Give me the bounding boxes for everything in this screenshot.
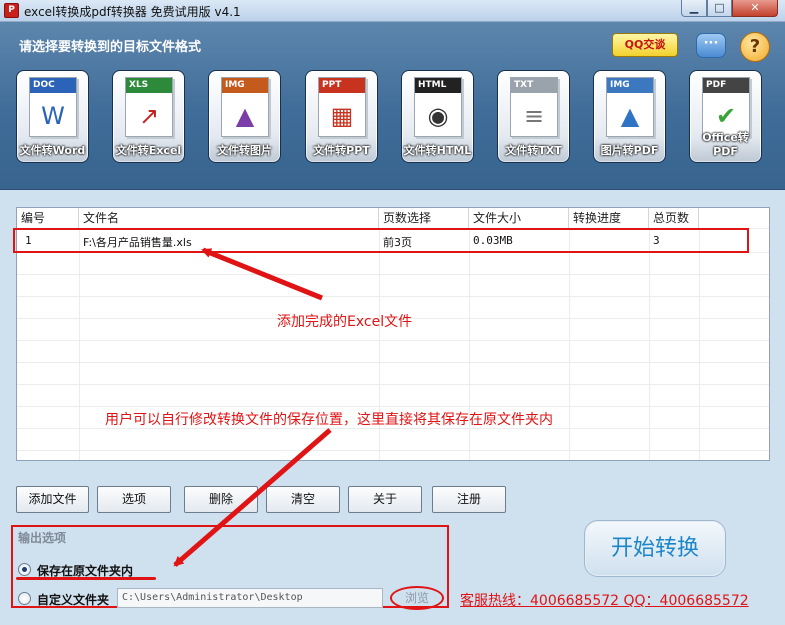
format-badge: PPT bbox=[319, 78, 365, 93]
annotation-save-location: 用户可以自行修改转换文件的保存位置，这里直接将其保存在原文件夹内 bbox=[105, 412, 553, 428]
format-label: 文件转Word bbox=[19, 144, 86, 157]
format-badge: PDF bbox=[703, 78, 749, 93]
txt-text-icon: TXT ≡ bbox=[510, 77, 558, 137]
format-heading: 请选择要转换到的目标文件格式 bbox=[19, 40, 202, 55]
pdf-check-icon: PDF ✔ bbox=[702, 77, 750, 137]
format-label: 文件转HTML bbox=[403, 144, 472, 157]
maximize-button[interactable]: □ bbox=[707, 0, 732, 17]
minimize-button[interactable]: ▁ bbox=[681, 0, 707, 17]
ppt-slide-icon: PPT ▦ bbox=[318, 77, 366, 137]
format-tile-8[interactable]: PDF ✔ Office转PDF bbox=[689, 70, 762, 163]
format-panel: 请选择要转换到的目标文件格式 QQ交谈 ··· ? DOC W 文件转Word XLS… bbox=[0, 22, 785, 190]
image-photo-icon: IMG ▲ bbox=[221, 77, 269, 137]
window-title: excel转换成pdf转换器 免费试用版 v4.1 bbox=[24, 5, 241, 19]
format-tile-7[interactable]: IMG ▲ 图片转PDF bbox=[593, 70, 666, 163]
qq-chat-button[interactable]: QQ交谈 bbox=[612, 33, 678, 57]
column-header-index[interactable]: 编号 bbox=[17, 208, 79, 228]
word-doc-icon: DOC W bbox=[29, 77, 77, 137]
format-label: 文件转TXT bbox=[505, 144, 562, 157]
output-options-label: 输出选项 bbox=[18, 531, 67, 545]
format-glyph: ↗ bbox=[138, 101, 160, 130]
format-tile-6[interactable]: TXT ≡ 文件转TXT bbox=[497, 70, 570, 163]
format-badge: HTML bbox=[415, 78, 461, 93]
format-badge: TXT bbox=[511, 78, 557, 93]
annotation-underline bbox=[16, 577, 156, 580]
image-to-pdf-icon: IMG ▲ bbox=[606, 77, 654, 137]
format-badge: IMG bbox=[607, 78, 653, 93]
add-file-button[interactable]: 添加文件 bbox=[16, 486, 89, 513]
about-button[interactable]: 关于 bbox=[348, 486, 422, 513]
format-badge: XLS bbox=[126, 78, 172, 93]
format-glyph: ▲ bbox=[620, 101, 640, 130]
format-tile-2[interactable]: XLS ↗ 文件转Excel bbox=[112, 70, 185, 163]
html-globe-icon: HTML ◉ bbox=[414, 77, 462, 137]
highlight-box bbox=[13, 228, 749, 253]
format-glyph: ≡ bbox=[523, 101, 545, 130]
column-header-file-size[interactable]: 文件大小 bbox=[469, 208, 569, 228]
chat-bubble-icon[interactable]: ··· bbox=[696, 33, 726, 58]
app-window: P excel转换成pdf转换器 免费试用版 v4.1 ▁ □ ✕ 请选择要转换… bbox=[0, 0, 785, 625]
hotline-link[interactable]: 客服热线：4006685572 QQ：4006685572 bbox=[460, 590, 749, 610]
help-icon[interactable]: ? bbox=[740, 32, 770, 62]
format-tile-3[interactable]: IMG ▲ 文件转图片 bbox=[208, 70, 281, 163]
pdf-app-icon: P bbox=[4, 3, 19, 18]
format-label: Office转PDF bbox=[702, 131, 749, 158]
output-path-field[interactable]: C:\Users\Administrator\Desktop bbox=[117, 588, 383, 608]
format-glyph: ▲ bbox=[235, 101, 255, 130]
format-glyph: ◉ bbox=[427, 101, 449, 130]
main-area: 编号 文件名 页数选择 文件大小 转换进度 总页数 1 F:\各月产品销售量.x… bbox=[0, 190, 785, 625]
column-header-page-select[interactable]: 页数选择 bbox=[379, 208, 469, 228]
format-label: 文件转Excel bbox=[115, 144, 182, 157]
column-header-total-pages[interactable]: 总页数 bbox=[649, 208, 699, 228]
browse-button[interactable]: 浏览 bbox=[390, 586, 444, 610]
annotation-underline bbox=[31, 606, 107, 608]
format-label: 图片转PDF bbox=[600, 144, 659, 157]
start-convert-button[interactable]: 开始转换 bbox=[584, 520, 726, 577]
format-tile-1[interactable]: DOC W 文件转Word bbox=[16, 70, 89, 163]
delete-button[interactable]: 删除 bbox=[184, 486, 258, 513]
format-label: 文件转PPT bbox=[313, 144, 370, 157]
format-glyph: W bbox=[41, 101, 65, 130]
custom-folder-radio[interactable] bbox=[18, 592, 31, 605]
format-badge: IMG bbox=[222, 78, 268, 93]
column-header-progress[interactable]: 转换进度 bbox=[569, 208, 649, 228]
close-button[interactable]: ✕ bbox=[732, 0, 778, 17]
column-header-filename[interactable]: 文件名 bbox=[79, 208, 379, 228]
register-button[interactable]: 注册 bbox=[432, 486, 506, 513]
annotation-added-file: 添加完成的Excel文件 bbox=[277, 314, 413, 330]
format-label: 文件转图片 bbox=[217, 144, 272, 157]
options-button[interactable]: 选项 bbox=[97, 486, 171, 513]
format-tile-5[interactable]: HTML ◉ 文件转HTML bbox=[401, 70, 474, 163]
format-tile-4[interactable]: PPT ▦ 文件转PPT bbox=[305, 70, 378, 163]
excel-chart-icon: XLS ↗ bbox=[125, 77, 173, 137]
title-bar: P excel转换成pdf转换器 免费试用版 v4.1 ▁ □ ✕ bbox=[0, 0, 785, 22]
format-glyph: ▦ bbox=[330, 101, 354, 130]
clear-button[interactable]: 清空 bbox=[266, 486, 340, 513]
save-original-radio[interactable] bbox=[18, 563, 31, 576]
format-badge: DOC bbox=[30, 78, 76, 93]
